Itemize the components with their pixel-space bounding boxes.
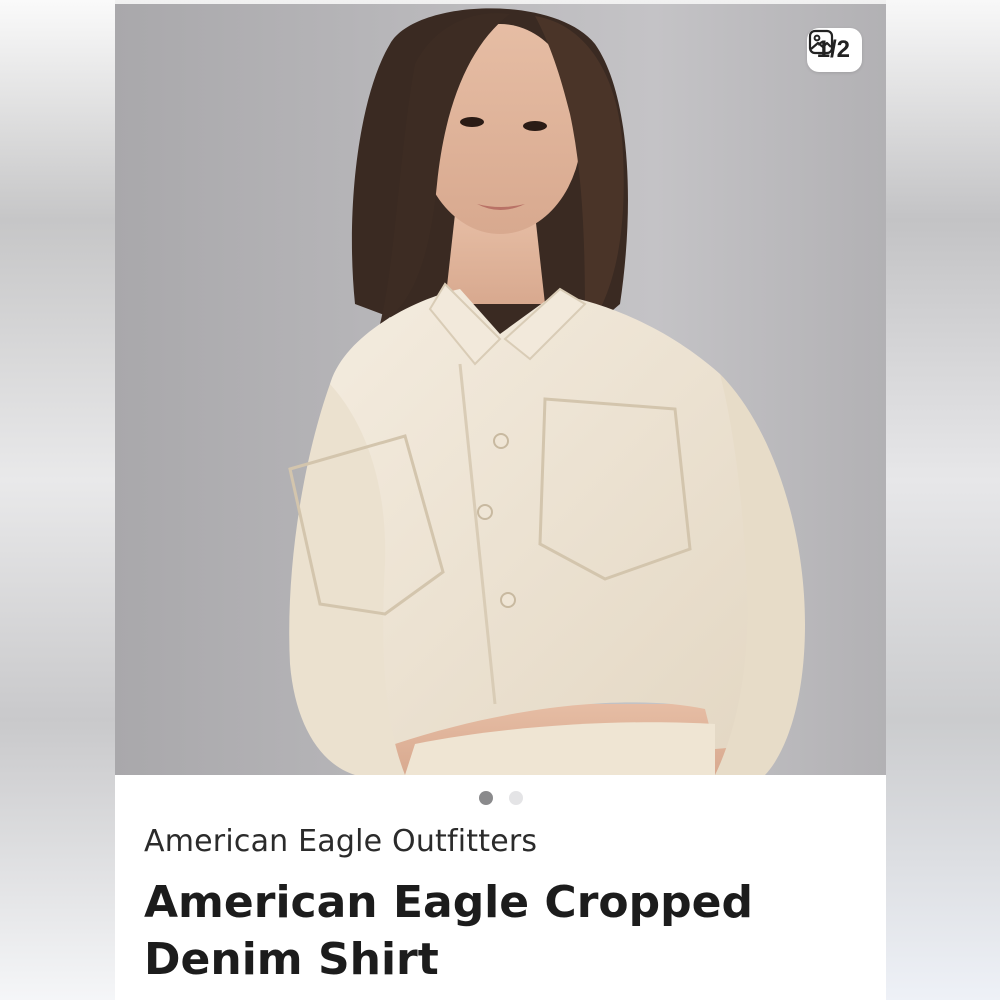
- brand-name[interactable]: American Eagle Outfitters: [144, 824, 537, 859]
- blurred-background-right: [886, 0, 1000, 1000]
- carousel-dot-1[interactable]: [478, 791, 493, 805]
- listing-card: 1/2 American Eagle Outfitters American E…: [115, 4, 886, 1000]
- blurred-background-left: [0, 0, 115, 1000]
- listing-title: American Eagle Cropped Denim Shirt: [144, 877, 753, 985]
- image-gallery-icon: [808, 29, 833, 55]
- carousel-pagination: [115, 791, 886, 805]
- product-photo-illustration: [288, 8, 805, 775]
- carousel-dot-2[interactable]: [508, 791, 523, 805]
- product-photo[interactable]: 1/2: [115, 4, 886, 775]
- image-counter-badge[interactable]: 1/2: [806, 28, 862, 72]
